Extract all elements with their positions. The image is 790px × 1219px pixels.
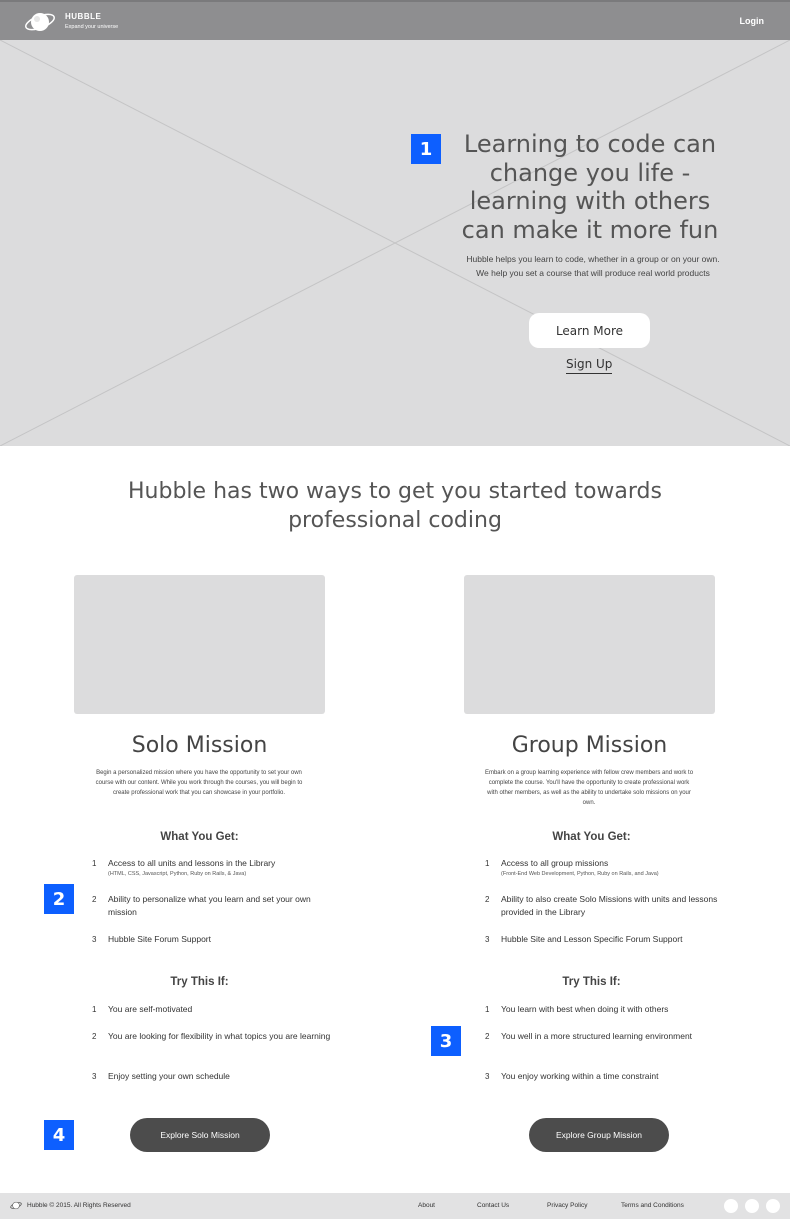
login-link[interactable]: Login (740, 16, 765, 26)
group-mission-image-placeholder (464, 575, 715, 714)
group-try-this-list: 1 You learn with best when doing it with… (485, 1003, 725, 1083)
list-item: 1 Access to all units and lessons in the… (92, 858, 276, 877)
solo-what-you-get-list: 1 Access to all units and lessons in the… (92, 857, 332, 946)
footer-link-contact-us[interactable]: Contact Us (477, 1202, 509, 1209)
solo-mission-title: Solo Mission (131, 733, 268, 758)
hero-title: Learning to code can change you life - l… (461, 130, 719, 244)
footer-link-privacy-policy[interactable]: Privacy Policy (547, 1202, 587, 1209)
annotation-badge-1: 1 (411, 134, 441, 164)
list-item: 3 You enjoy working within a time constr… (485, 1071, 659, 1081)
section-title: Hubble has two ways to get you started t… (128, 479, 662, 533)
annotation-badge-3: 3 (431, 1026, 461, 1056)
learn-more-button[interactable]: Learn More (529, 313, 650, 348)
explore-group-mission-button[interactable]: Explore Group Mission (529, 1118, 669, 1152)
hero-image-placeholder: 1 Learning to code can change you life -… (0, 40, 790, 446)
social-circle-icon[interactable] (766, 1199, 780, 1213)
group-what-you-get-heading: What You Get: (552, 831, 631, 843)
group-try-this-heading: Try This If: (562, 976, 621, 988)
brand-tagline: Expand your universe (65, 24, 119, 30)
top-navigation-bar: HUBBLE Expand your universe Login (0, 0, 790, 40)
solo-what-you-get-heading: What You Get: (160, 831, 239, 843)
social-circle-icon[interactable] (724, 1199, 738, 1213)
solo-try-this-list: 1 You are self-motivated 2 You are looki… (92, 1003, 332, 1083)
annotation-badge-2: 2 (44, 884, 74, 914)
hubble-planet-logo-icon[interactable] (10, 1200, 22, 1211)
solo-mission-description: Begin a personalized mission where you h… (95, 770, 303, 796)
list-item: 2 You well in a more structured learning… (485, 1031, 693, 1041)
list-item: 3 Hubble Site Forum Support (92, 934, 211, 944)
solo-mission-image-placeholder (74, 575, 325, 714)
explore-solo-mission-button[interactable]: Explore Solo Mission (130, 1118, 270, 1152)
annotation-badge-4: 4 (44, 1120, 74, 1150)
list-item: 3 Enjoy setting your own schedule (92, 1071, 230, 1081)
group-mission-description: Embark on a group learning experience wi… (484, 770, 694, 806)
list-item: 2 You are looking for flexibility in wha… (92, 1031, 331, 1041)
social-circle-icon[interactable] (745, 1199, 759, 1213)
list-item: 2 Ability to also create Solo Missions w… (485, 894, 718, 917)
brand-name: HUBBLE (65, 12, 102, 21)
footer: Hubble © 2015. All Rights Reserved About… (0, 1193, 790, 1219)
hubble-planet-logo-icon[interactable] (24, 8, 56, 36)
list-item: 2 Ability to personalize what you learn … (92, 894, 311, 917)
footer-link-terms-and-conditions[interactable]: Terms and Conditions (621, 1202, 684, 1209)
group-what-you-get-list: 1 Access to all group missions (Front-En… (485, 857, 725, 946)
list-item: 1 You are self-motivated (92, 1004, 193, 1014)
solo-try-this-heading: Try This If: (170, 976, 229, 988)
group-mission-title: Group Mission (511, 733, 668, 758)
footer-link-about[interactable]: About (418, 1202, 435, 1209)
list-item: 1 You learn with best when doing it with… (485, 1004, 669, 1014)
hero-description: Hubble helps you learn to code, whether … (466, 254, 720, 278)
list-item: 1 Access to all group missions (Front-En… (485, 858, 659, 877)
copyright-text: Hubble © 2015. All Rights Reserved (27, 1202, 131, 1209)
list-item: 3 Hubble Site and Lesson Specific Forum … (485, 934, 683, 944)
sign-up-link[interactable]: Sign Up (566, 357, 613, 374)
